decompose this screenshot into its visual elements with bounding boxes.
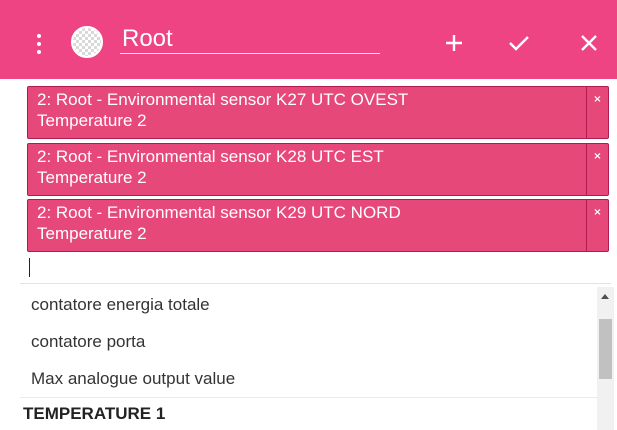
tag-label-line2: Temperature 2: [37, 224, 147, 243]
scrollbar-thumb[interactable]: [599, 319, 612, 379]
tag-label-line1: 2: Root - Environmental sensor K27 UTC O…: [37, 90, 409, 109]
dropdown-option[interactable]: contatore energia totale: [31, 295, 210, 315]
dropdown-option[interactable]: Max analogue output value: [31, 369, 235, 389]
confirm-button[interactable]: [502, 26, 536, 60]
tag-label-line1: 2: Root - Environmental sensor K28 UTC E…: [37, 147, 384, 166]
tag-label-line1: 2: Root - Environmental sensor K29 UTC N…: [37, 203, 401, 222]
search-text-cursor[interactable]: [29, 258, 30, 277]
option-separator: [20, 397, 597, 398]
remove-tag-icon[interactable]: ×: [586, 200, 608, 251]
header-bar: [0, 0, 617, 79]
selected-tag[interactable]: 2: Root - Environmental sensor K29 UTC N…: [27, 199, 609, 252]
remove-tag-icon[interactable]: ×: [586, 144, 608, 195]
divider: [20, 283, 611, 284]
option-group-header: TEMPERATURE 1: [23, 404, 166, 423]
tag-label: 2: Root - Environmental sensor K28 UTC E…: [37, 146, 587, 188]
options-dropdown: contatore energia totale contatore porta…: [20, 287, 597, 430]
vertical-dots-icon[interactable]: [36, 33, 42, 55]
tag-label-line2: Temperature 2: [37, 168, 147, 187]
title-input[interactable]: [120, 24, 380, 54]
add-button[interactable]: [437, 26, 471, 60]
dropdown-option[interactable]: contatore porta: [31, 332, 145, 352]
checkered-avatar-icon: [71, 26, 103, 58]
selected-tag[interactable]: 2: Root - Environmental sensor K27 UTC O…: [27, 86, 609, 139]
scroll-up-arrow-icon[interactable]: [601, 294, 609, 299]
selected-tag[interactable]: 2: Root - Environmental sensor K28 UTC E…: [27, 143, 609, 196]
remove-tag-icon[interactable]: ×: [586, 87, 608, 138]
checkmark-icon: [509, 36, 529, 51]
close-icon: [581, 35, 597, 51]
close-button[interactable]: [572, 26, 606, 60]
tag-picker-panel: 2: Root - Environmental sensor K27 UTC O…: [0, 0, 617, 430]
dropdown-scrollbar[interactable]: [597, 287, 614, 430]
tag-label-line2: Temperature 2: [37, 111, 147, 130]
plus-icon: [446, 35, 462, 51]
tag-label: 2: Root - Environmental sensor K29 UTC N…: [37, 202, 587, 244]
tag-label: 2: Root - Environmental sensor K27 UTC O…: [37, 89, 587, 131]
